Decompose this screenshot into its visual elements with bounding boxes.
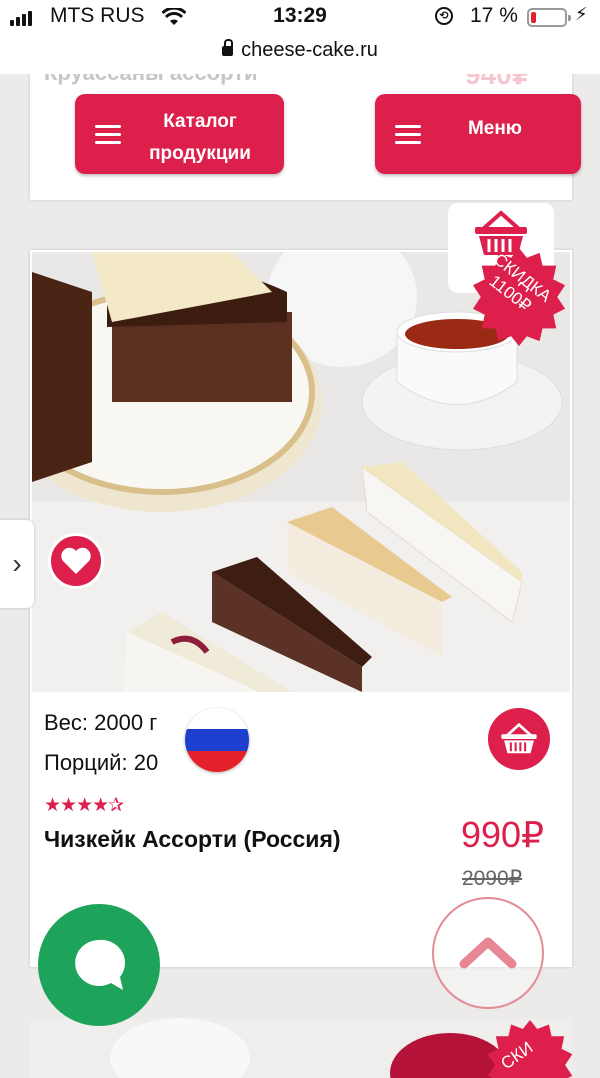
add-to-cart-button[interactable]: [488, 708, 550, 770]
product-name[interactable]: Чизкейк Ассорти (Россия): [44, 826, 341, 853]
product-price: 990₽: [461, 814, 544, 855]
scroll-up-button[interactable]: [432, 897, 544, 1009]
url-text: cheese-cake.ru: [241, 39, 378, 61]
menu-button[interactable]: Меню: [375, 94, 581, 174]
product-old-price: 2090₽: [462, 867, 523, 890]
russia-flag-icon: [185, 708, 249, 772]
chevron-up-icon: [459, 937, 517, 969]
battery-percent: 17 %: [470, 4, 518, 27]
lock-icon: [222, 39, 234, 56]
portions-info: Порций: 20: [44, 750, 159, 775]
favorite-button[interactable]: [48, 533, 104, 589]
status-bar: MTS RUS 13:29 ⟲ 17 % ⚡ cheese-cake.ru: [0, 0, 600, 74]
next-product-card[interactable]: СКИ: [30, 1018, 572, 1078]
battery-icon: [527, 8, 571, 27]
menu-button-label: Меню: [467, 118, 523, 139]
weight-info: Вес: 2000 г: [44, 710, 158, 735]
catalog-button-label: Каталог продукции: [149, 111, 251, 164]
rating-stars: ★★★★✰: [44, 795, 124, 816]
hamburger-icon: [95, 125, 121, 144]
chevron-right-icon[interactable]: ›: [0, 520, 34, 608]
heart-icon: [61, 547, 91, 574]
catalog-button[interactable]: Каталог продукции: [75, 94, 284, 174]
hamburger-icon: [395, 125, 421, 144]
address-bar[interactable]: cheese-cake.ru: [0, 39, 600, 62]
chat-button[interactable]: [38, 904, 160, 1026]
chat-bubble-icon: [75, 939, 126, 990]
rotation-lock-icon: ⟲: [435, 7, 453, 25]
basket-icon: [501, 722, 537, 754]
charging-icon: ⚡: [575, 4, 588, 24]
